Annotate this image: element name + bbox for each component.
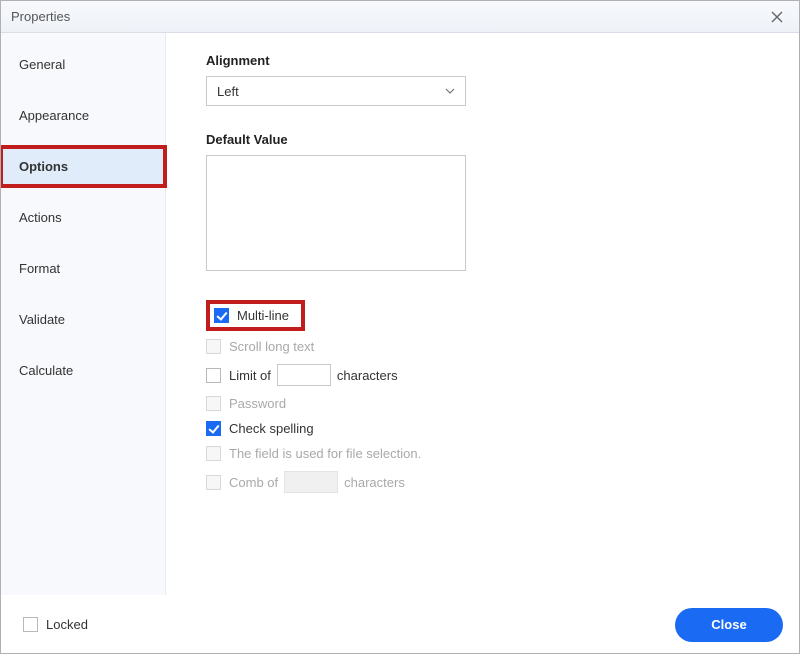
- password-label: Password: [229, 396, 286, 411]
- chevron-down-icon: [445, 86, 455, 97]
- sidebar-item-general[interactable]: General: [1, 45, 165, 84]
- multi-line-highlight: Multi-line: [206, 300, 305, 331]
- scroll-long-text-label: Scroll long text: [229, 339, 314, 354]
- multi-line-checkbox[interactable]: [214, 308, 229, 323]
- comb-of-row: Comb of characters: [206, 471, 769, 493]
- locked-checkbox[interactable]: [23, 617, 38, 632]
- default-value-textarea[interactable]: [206, 155, 466, 271]
- close-icon[interactable]: [765, 5, 789, 29]
- alignment-select[interactable]: Left: [206, 76, 466, 106]
- properties-dialog: Properties General Appearance Options Ac…: [0, 0, 800, 654]
- limit-of-checkbox[interactable]: [206, 368, 221, 383]
- comb-of-label: Comb of: [229, 475, 278, 490]
- scroll-long-text-row: Scroll long text: [206, 339, 769, 354]
- dialog-title: Properties: [11, 9, 70, 24]
- scroll-long-text-checkbox[interactable]: [206, 339, 221, 354]
- alignment-value: Left: [217, 84, 445, 99]
- sidebar: General Appearance Options Actions Forma…: [1, 33, 166, 595]
- file-selection-checkbox[interactable]: [206, 446, 221, 461]
- limit-of-row: Limit of characters: [206, 364, 769, 386]
- close-button[interactable]: Close: [675, 608, 783, 642]
- sidebar-item-appearance[interactable]: Appearance: [1, 96, 165, 135]
- options-panel: Alignment Left Default Value Multi-line: [166, 33, 799, 595]
- multi-line-label: Multi-line: [237, 308, 289, 323]
- limit-of-characters-label: characters: [337, 368, 398, 383]
- sidebar-item-actions[interactable]: Actions: [1, 198, 165, 237]
- check-spelling-checkbox[interactable]: [206, 421, 221, 436]
- comb-of-checkbox[interactable]: [206, 475, 221, 490]
- dialog-footer: Locked Close: [1, 595, 799, 653]
- password-row: Password: [206, 396, 769, 411]
- sidebar-item-format[interactable]: Format: [1, 249, 165, 288]
- file-selection-label: The field is used for file selection.: [229, 446, 421, 461]
- sidebar-item-options[interactable]: Options: [1, 147, 165, 186]
- default-value-label: Default Value: [206, 132, 769, 147]
- alignment-label: Alignment: [206, 53, 769, 68]
- sidebar-item-calculate[interactable]: Calculate: [1, 351, 165, 390]
- locked-label: Locked: [46, 617, 88, 632]
- limit-of-label: Limit of: [229, 368, 271, 383]
- titlebar: Properties: [1, 1, 799, 33]
- limit-of-input[interactable]: [277, 364, 331, 386]
- check-spelling-label: Check spelling: [229, 421, 314, 436]
- check-spelling-row: Check spelling: [206, 421, 769, 436]
- comb-of-characters-label: characters: [344, 475, 405, 490]
- file-selection-row: The field is used for file selection.: [206, 446, 769, 461]
- password-checkbox[interactable]: [206, 396, 221, 411]
- sidebar-item-validate[interactable]: Validate: [1, 300, 165, 339]
- comb-of-input: [284, 471, 338, 493]
